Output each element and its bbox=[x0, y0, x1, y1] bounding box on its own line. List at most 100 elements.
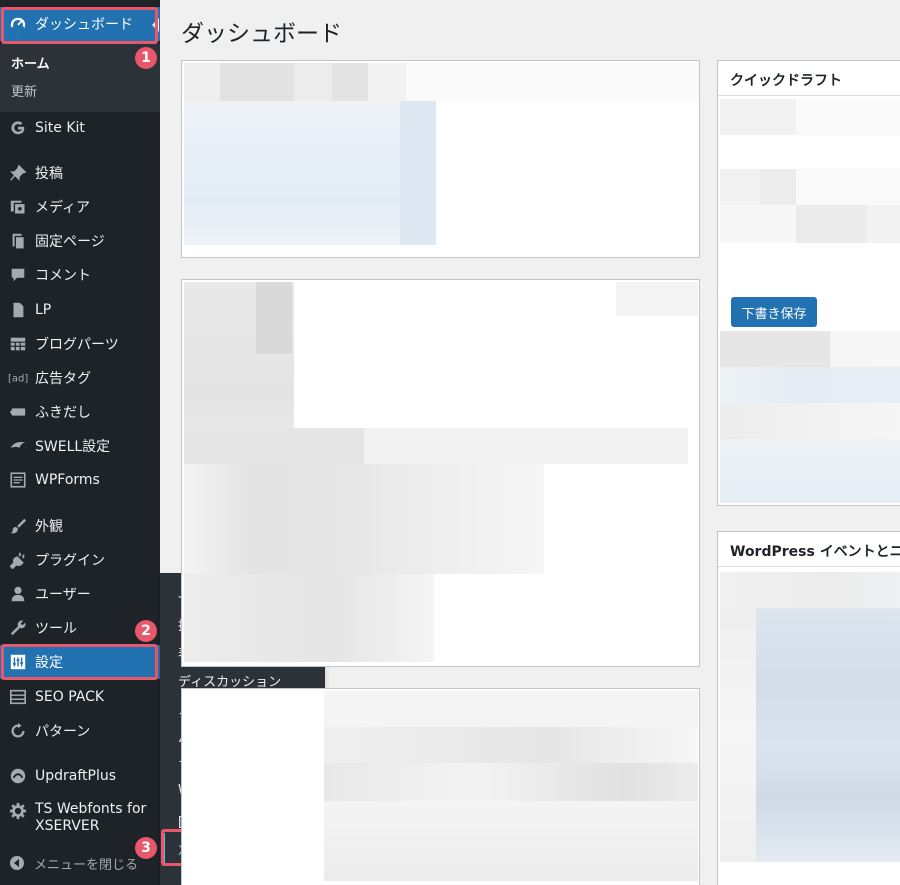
menu-item-label: パターン bbox=[35, 724, 91, 740]
pixelated-content bbox=[720, 331, 900, 367]
pixelated-content bbox=[720, 99, 900, 135]
menu-item-pattern[interactable]: パターン bbox=[0, 714, 160, 748]
menu-item-plugin[interactable]: プラグイン bbox=[0, 543, 160, 577]
menu-dashboard[interactable]: ダッシュボード bbox=[0, 7, 160, 41]
swell-icon bbox=[8, 436, 28, 456]
pixelated-content bbox=[324, 727, 698, 763]
menu-item-label: 広告タグ bbox=[35, 371, 91, 387]
ad-icon: [ad] bbox=[8, 368, 28, 388]
pixelated-content bbox=[616, 282, 698, 316]
menu-item-label: ユーザー bbox=[35, 587, 91, 603]
menu-item-updraft[interactable]: UpdraftPlus bbox=[0, 759, 160, 793]
flyout-active-indicator bbox=[162, 833, 165, 863]
submenu-home[interactable]: ホーム bbox=[11, 53, 50, 72]
pixelated-content bbox=[720, 169, 900, 205]
pixelated-content bbox=[720, 367, 900, 403]
paintbrush-icon bbox=[8, 516, 28, 536]
menu-item-label: プラグイン bbox=[35, 553, 105, 569]
menu-item-label: UpdraftPlus bbox=[35, 768, 117, 784]
menu-item-comment[interactable]: コメント bbox=[0, 258, 160, 292]
dashboard-widget-2 bbox=[181, 279, 700, 667]
pixelated-content bbox=[720, 439, 900, 503]
annotation-number-3: 3 bbox=[135, 837, 157, 859]
comment-icon bbox=[8, 265, 28, 285]
menu-item-label: 設定 bbox=[35, 655, 63, 671]
menu-item-label: WPForms bbox=[35, 472, 100, 488]
dashboard-widget-1 bbox=[181, 60, 700, 258]
menu-item-label: SWELL設定 bbox=[35, 439, 111, 455]
menu-item-label: Site Kit bbox=[35, 120, 85, 136]
menu-item-label: 固定ページ bbox=[35, 234, 105, 250]
plugin-icon bbox=[8, 550, 28, 570]
collapse-arrow-icon bbox=[8, 854, 26, 872]
menu-item-grid[interactable]: ブログパーツ bbox=[0, 327, 160, 361]
card-header-divider bbox=[718, 566, 900, 567]
menu-item-label: ツール bbox=[35, 621, 77, 637]
page-title: ダッシュボード bbox=[181, 21, 342, 47]
wordpress-events-widget: WordPress イベントとニュ bbox=[717, 531, 900, 885]
menu-item-label: SEO PACK bbox=[35, 689, 105, 705]
quick-draft-title: クイックドラフト bbox=[730, 73, 842, 89]
menu-dashboard-label: ダッシュボード bbox=[35, 17, 133, 33]
menu-item-label: LP bbox=[35, 302, 52, 318]
pixelated-content bbox=[720, 608, 756, 862]
pixelated-content bbox=[184, 574, 434, 662]
form-icon bbox=[8, 470, 28, 490]
wrench-icon bbox=[8, 618, 28, 638]
menu-item-form[interactable]: WPForms bbox=[0, 463, 160, 497]
save-draft-button[interactable]: 下書き保存 bbox=[731, 297, 817, 327]
pattern-icon bbox=[8, 721, 28, 741]
menu-item-google-g[interactable]: Site Kit bbox=[0, 111, 160, 145]
pixelated-content bbox=[324, 801, 698, 881]
menu-item-speech-bubble[interactable]: ふきだし bbox=[0, 395, 160, 429]
menu-item-ad[interactable]: [ad] 広告タグ bbox=[0, 361, 160, 395]
menu-item-label: TS Webfonts for XSERVER bbox=[35, 801, 147, 834]
pixelated-content bbox=[720, 572, 900, 608]
menu-item-document[interactable]: LP bbox=[0, 293, 160, 327]
menu-item-page[interactable]: 固定ページ bbox=[0, 224, 160, 258]
events-title: WordPress イベントとニュ bbox=[730, 544, 900, 560]
pixelated-content bbox=[324, 691, 698, 727]
menu-item-list[interactable]: SEO PACK bbox=[0, 680, 160, 714]
dashboard-widget-3 bbox=[181, 688, 700, 885]
menu-item-label: メディア bbox=[35, 200, 91, 216]
submenu-update[interactable]: 更新 bbox=[11, 81, 37, 100]
menu-item-pin[interactable]: 投稿 bbox=[0, 156, 160, 190]
settings-icon bbox=[8, 652, 28, 672]
document-icon bbox=[8, 300, 28, 320]
speech-bubble-icon bbox=[8, 402, 28, 422]
menu-item-label: ふきだし bbox=[35, 405, 91, 421]
pixelated-content bbox=[720, 403, 900, 439]
menu-item-swell[interactable]: SWELL設定 bbox=[0, 429, 160, 463]
media-icon bbox=[8, 197, 28, 217]
annotation-number-2: 2 bbox=[135, 620, 157, 642]
menu-item-settings[interactable]: 設定 bbox=[0, 645, 160, 679]
dashboard-gauge-icon bbox=[8, 14, 28, 34]
updraft-icon bbox=[8, 766, 28, 786]
grid-icon bbox=[8, 334, 28, 354]
admin-sidebar: ダッシュボード ホーム 更新 Site Kit 投稿メディア固定ページコメント LP… bbox=[0, 0, 160, 885]
pin-icon bbox=[8, 163, 28, 183]
gear-icon bbox=[8, 801, 28, 821]
pixelated-content bbox=[720, 205, 900, 243]
menu-item-gear[interactable]: TS Webfonts for XSERVER bbox=[0, 793, 160, 843]
pixelated-content bbox=[184, 464, 544, 574]
pixelated-content bbox=[400, 101, 436, 245]
menu-item-label: ブログパーツ bbox=[35, 337, 119, 353]
menu-item-paintbrush[interactable]: 外観 bbox=[0, 509, 160, 543]
current-page-arrow bbox=[152, 18, 159, 32]
menu-item-label: 外観 bbox=[35, 519, 63, 535]
user-icon bbox=[8, 584, 28, 604]
pixelated-content bbox=[184, 428, 688, 464]
annotation-number-1: 1 bbox=[135, 47, 157, 69]
pixelated-content bbox=[184, 63, 699, 101]
pixelated-content bbox=[324, 763, 698, 801]
pixelated-content bbox=[256, 282, 292, 354]
menu-item-media[interactable]: メディア bbox=[0, 190, 160, 224]
menu-item-user[interactable]: ユーザー bbox=[0, 577, 160, 611]
menu-item-label: コメント bbox=[35, 268, 91, 284]
collapse-menu-label: メニューを閉じる bbox=[34, 857, 139, 873]
page-icon bbox=[8, 231, 28, 251]
collapse-menu-button[interactable]: メニューを閉じる bbox=[0, 846, 138, 880]
quick-draft-widget: クイックドラフト 下書き保存 bbox=[717, 60, 900, 506]
